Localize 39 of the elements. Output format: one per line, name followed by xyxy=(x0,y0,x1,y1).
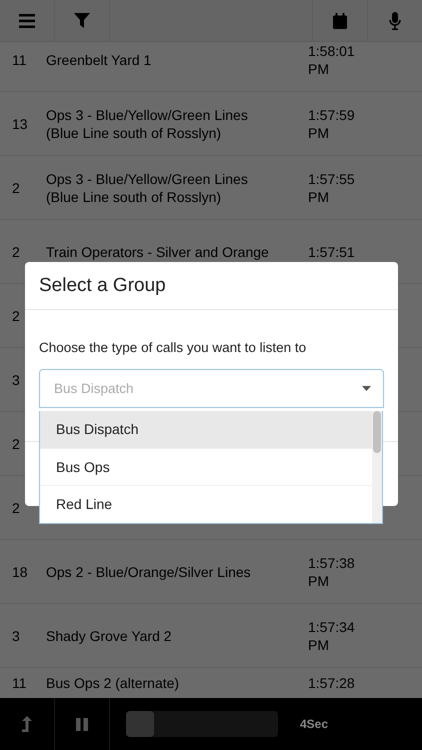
call-count: 2 xyxy=(11,178,21,196)
interval-label: 4Sec xyxy=(300,717,328,731)
filter-icon xyxy=(74,13,90,28)
pause-icon xyxy=(76,718,88,730)
menu-icon xyxy=(19,14,35,28)
call-count: 2 xyxy=(11,242,21,260)
talkgroup-name: Greenbelt Yard 1 xyxy=(46,50,152,68)
call-count: 3 xyxy=(11,626,21,644)
call-time: 1:57:28 xyxy=(308,674,356,692)
microphone-icon xyxy=(389,12,401,30)
call-time: 1:57:34 PM xyxy=(308,618,356,654)
dialog-prompt: Choose the type of calls you want to listen to xyxy=(39,340,308,355)
talkgroup-name: Ops 3 - Blue/Yellow/Green Lines (Blue Line south of Rosslyn) xyxy=(46,170,249,206)
call-time: 1:57:51 xyxy=(308,242,356,260)
talkgroup-name: Shady Grove Yard 2 xyxy=(46,626,173,644)
call-count: 2 xyxy=(11,306,21,324)
talkgroup-name: Train Operators - Silver and Orange xyxy=(46,242,270,260)
progress-slider[interactable] xyxy=(126,711,278,737)
dialog-title: Select a Group xyxy=(25,262,398,310)
dropdown-option[interactable]: Bus Dispatch xyxy=(40,411,372,448)
call-time: 1:57:59 PM xyxy=(308,106,356,142)
call-count: 13 xyxy=(11,114,29,132)
scrollbar[interactable] xyxy=(372,411,382,523)
call-count: 11 xyxy=(11,50,28,68)
call-time: 1:57:38 PM xyxy=(308,554,356,590)
slider-thumb[interactable] xyxy=(126,711,154,737)
caret-icon xyxy=(362,386,371,391)
call-time: 1:57:55 PM xyxy=(308,170,356,206)
calendar-icon xyxy=(333,12,347,28)
call-count: 11 xyxy=(11,674,28,692)
call-count: 2 xyxy=(11,434,21,452)
talkgroup-name: Ops 3 - Blue/Yellow/Green Lines (Blue Line south of Rosslyn) xyxy=(46,106,249,142)
talkgroup-name: Bus Ops 2 (alternate) xyxy=(46,674,180,692)
call-count: 2 xyxy=(11,498,21,516)
call-count: 18 xyxy=(11,562,29,580)
call-time: 1:58:01 PM xyxy=(308,42,356,78)
talkgroup-name: Ops 2 - Blue/Orange/Silver Lines xyxy=(46,562,252,580)
call-count: 3 xyxy=(11,370,21,388)
upload-arrow-icon xyxy=(22,716,32,732)
